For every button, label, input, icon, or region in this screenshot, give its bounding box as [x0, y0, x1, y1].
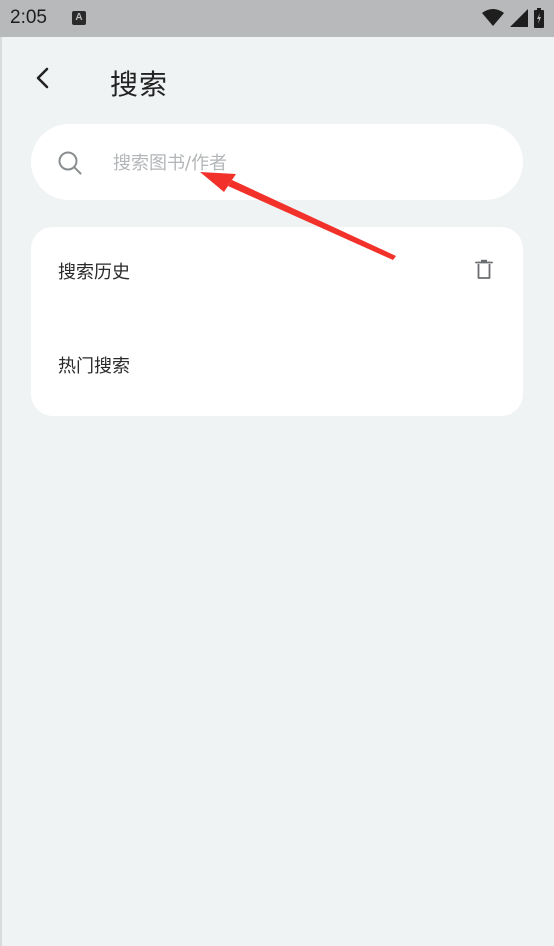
search-bar[interactable]: [31, 124, 523, 200]
status-bar: 2:05 A: [0, 0, 554, 37]
chevron-left-icon: [36, 67, 49, 89]
back-button[interactable]: [28, 63, 58, 93]
status-time: 2:05: [10, 7, 47, 28]
battery-charging-icon: [534, 8, 544, 28]
wifi-icon: [482, 9, 504, 26]
hot-search-title: 热门搜索: [58, 356, 130, 377]
search-sections-card: 搜索历史 热门搜索: [31, 227, 523, 416]
trash-icon: [475, 259, 493, 279]
a-notification-icon: A: [72, 11, 86, 25]
signal-icon: [510, 9, 528, 27]
status-icons: [482, 8, 544, 28]
header: 搜索: [0, 37, 554, 127]
clear-history-button[interactable]: [473, 257, 495, 281]
search-input[interactable]: [111, 142, 495, 184]
left-edge-divider: [0, 37, 2, 946]
search-history-title: 搜索历史: [58, 262, 130, 283]
page-title: 搜索: [110, 68, 169, 101]
search-icon: [58, 151, 82, 175]
